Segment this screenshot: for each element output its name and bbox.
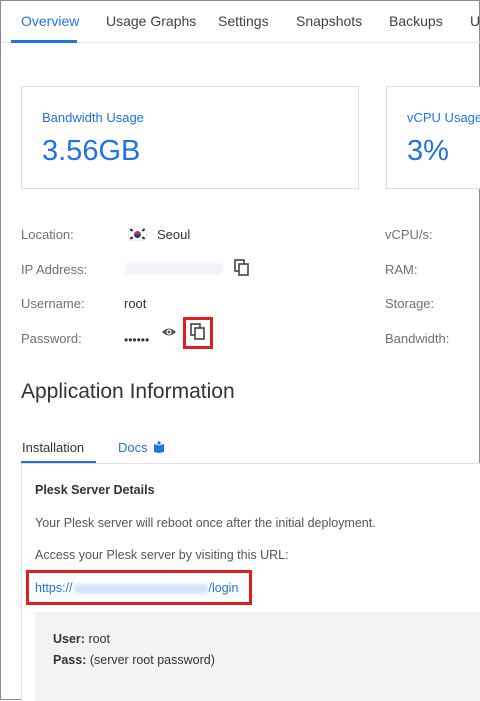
url-host-redacted — [73, 583, 208, 594]
card-value: 3.56GB — [42, 135, 141, 167]
korea-flag-icon — [129, 228, 146, 240]
card-value: 3% — [407, 135, 449, 167]
vcpus-label: vCPU/s: — [385, 227, 433, 242]
password-label: Password: — [21, 331, 82, 346]
vcpu-usage-card: vCPU Usage 3% — [386, 86, 480, 189]
tab-settings[interactable]: Settings — [218, 13, 269, 29]
location-label: Location: — [21, 227, 74, 242]
active-tab-indicator — [11, 40, 77, 43]
active-subtab-indicator — [21, 461, 96, 463]
user-value: root — [84, 632, 110, 646]
pass-label: Pass: — [53, 653, 87, 667]
storage-label: Storage: — [385, 296, 435, 311]
card-title: vCPU Usage — [407, 110, 480, 125]
location-value: Seoul — [157, 227, 191, 242]
plesk-server-details-title: Plesk Server Details — [35, 483, 155, 497]
book-icon — [154, 441, 164, 453]
reboot-notice: Your Plesk server will reboot once after… — [35, 516, 376, 530]
url-prefix: https:// — [35, 581, 73, 595]
eye-icon[interactable] — [161, 326, 177, 338]
ip-address-label: IP Address: — [21, 262, 88, 277]
username-label: Username: — [21, 296, 85, 311]
tab-usage-truncated[interactable]: Us — [470, 13, 480, 29]
tab-backups[interactable]: Backups — [389, 13, 443, 29]
tab-overview[interactable]: Overview — [21, 13, 79, 29]
card-title: Bandwidth Usage — [42, 110, 144, 125]
pass-line: Pass: (server root password) — [53, 653, 215, 667]
access-instructions: Access your Plesk server by visiting thi… — [35, 548, 289, 562]
username-value: root — [124, 296, 147, 311]
copy-icon[interactable] — [234, 259, 250, 277]
user-line: User: root — [53, 632, 110, 646]
ram-label: RAM: — [385, 262, 418, 277]
tab-snapshots[interactable]: Snapshots — [296, 13, 362, 29]
ip-address-redacted — [125, 263, 223, 274]
tab-docs[interactable]: Docs — [118, 440, 148, 455]
top-tab-bar: Overview Usage Graphs Settings Snapshots… — [1, 1, 480, 43]
plesk-login-link[interactable]: https:// /login — [35, 581, 238, 595]
application-information-heading: Application Information — [21, 380, 235, 403]
password-mask: •••••• — [124, 333, 150, 347]
pass-value: (server root password) — [86, 653, 215, 667]
user-label: User: — [53, 632, 85, 646]
copy-icon[interactable] — [190, 323, 206, 341]
url-suffix: /login — [208, 581, 239, 595]
bandwidth-usage-card: Bandwidth Usage 3.56GB — [21, 86, 359, 189]
tab-installation[interactable]: Installation — [22, 440, 84, 455]
tab-usage-graphs[interactable]: Usage Graphs — [106, 13, 196, 29]
bandwidth-label: Bandwidth: — [385, 331, 450, 346]
